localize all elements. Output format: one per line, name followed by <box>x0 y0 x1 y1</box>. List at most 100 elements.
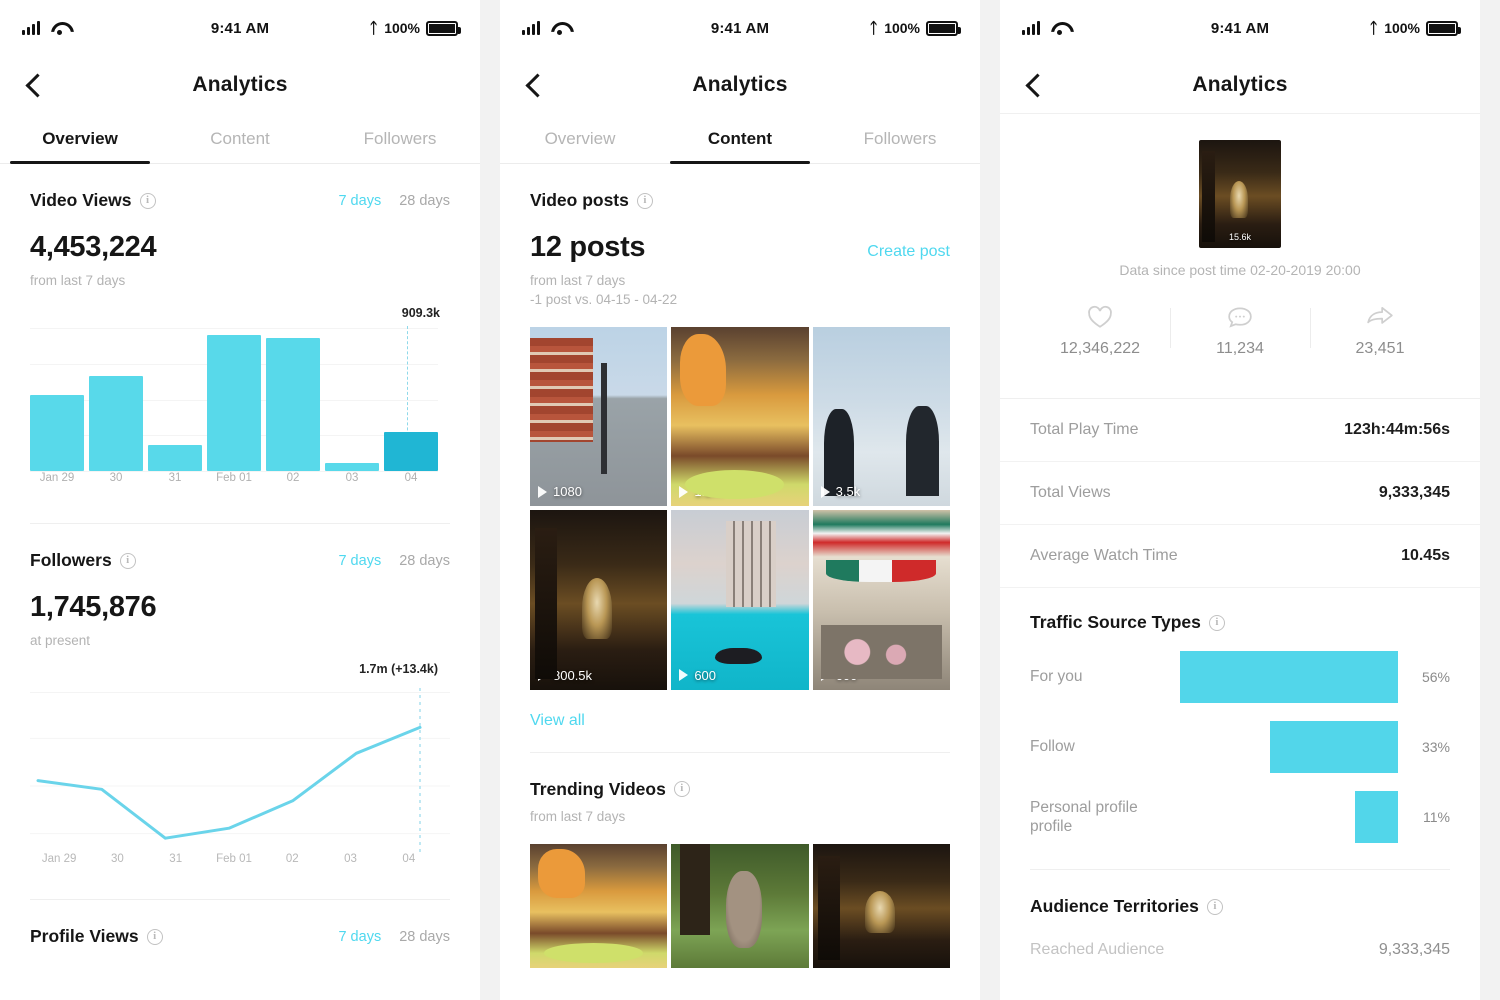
screenshot-stage: 9:41 AM ᛏ 100% Analytics Overview Conten… <box>0 0 1500 1000</box>
info-icon[interactable]: i <box>119 552 136 569</box>
bar <box>325 462 379 471</box>
video-thumbnail[interactable]: 600 <box>671 510 809 690</box>
line-x-label: Feb 01 <box>216 853 252 865</box>
range-28-days[interactable]: 28 days <box>399 553 450 569</box>
info-icon[interactable]: i <box>139 192 156 209</box>
video-posts-subtitle: from last 7 days <box>530 273 626 288</box>
nav-bar: Analytics <box>500 56 980 114</box>
range-28-days[interactable]: 28 days <box>399 193 450 209</box>
traffic-bar-track <box>1180 651 1398 703</box>
bar <box>207 334 261 471</box>
video-views-range-toggle: 7 days 28 days <box>338 193 450 209</box>
video-views-badge: 1.2m <box>679 484 723 499</box>
status-bar: 9:41 AM ᛏ 100% <box>500 0 980 56</box>
metric-row-average-watch-time: Average Watch Time 10.45s <box>1000 525 1480 588</box>
bar-x-label: 02 <box>286 472 300 484</box>
section-followers: Followers i 7 days 28 days 1,745,876 at … <box>0 524 480 877</box>
bar-column[interactable] <box>266 328 320 471</box>
video-views-title: Video Views <box>30 190 132 210</box>
video-thumbnail[interactable]: 3.5k <box>812 327 950 507</box>
trending-thumbnail[interactable] <box>671 843 809 968</box>
info-icon[interactable]: i <box>146 928 163 945</box>
traffic-percent-label: 11% <box>1423 809 1450 825</box>
info-icon[interactable]: i <box>673 781 690 798</box>
traffic-source-label: Follow <box>1030 738 1075 756</box>
view-all-link[interactable]: View all <box>530 712 950 730</box>
video-thumbnail[interactable]: 800.5k <box>530 510 668 690</box>
bar-column[interactable] <box>30 328 84 471</box>
range-28-days[interactable]: 28 days <box>399 929 450 945</box>
phone-content: 9:41 AM ᛏ 100% Analytics Overview Conten… <box>500 0 980 1000</box>
traffic-source-row: Personal profile profile 11% <box>1030 791 1450 843</box>
nav-bar: Analytics <box>0 56 480 114</box>
followers-title: Followers <box>30 550 112 570</box>
create-post-button[interactable]: Create post <box>867 243 950 261</box>
metric-value: 9,333,345 <box>1378 484 1450 501</box>
range-7-days[interactable]: 7 days <box>338 553 381 569</box>
bar-x-label: 03 <box>345 472 359 484</box>
traffic-percent-label: 33% <box>1421 739 1450 755</box>
section-trending-videos: Trending Videos i from last 7 days <box>500 753 980 968</box>
bar-column[interactable] <box>325 328 379 471</box>
range-7-days[interactable]: 7 days <box>338 193 381 209</box>
followers-subtitle: at present <box>30 633 91 648</box>
traffic-percent-label: 56% <box>1421 669 1450 685</box>
tab-followers[interactable]: Followers <box>820 114 980 163</box>
tab-followers[interactable]: Followers <box>320 114 480 163</box>
video-posts-header: Video posts i <box>530 190 950 211</box>
followers-header: Followers i 7 days 28 days <box>30 550 450 571</box>
info-icon[interactable]: i <box>636 192 653 209</box>
bar-x-label: 30 <box>109 472 123 484</box>
range-7-days[interactable]: 7 days <box>338 929 381 945</box>
tab-overview[interactable]: Overview <box>0 114 160 163</box>
page-title: Analytics <box>192 73 288 96</box>
metric-value: 10.45s <box>1401 547 1450 564</box>
tab-content[interactable]: Content <box>160 114 320 163</box>
hero-caption: Data since post time 02-20-2019 20:00 <box>1119 262 1361 278</box>
info-icon[interactable]: i <box>1206 898 1223 915</box>
bar-column[interactable] <box>89 328 143 471</box>
tab-overview[interactable]: Overview <box>500 114 660 163</box>
audience-title: Audience Territories <box>1030 896 1199 916</box>
status-time: 9:41 AM <box>710 19 770 37</box>
bar-column[interactable] <box>384 328 438 471</box>
profile-views-title: Profile Views <box>30 926 139 946</box>
tab-bar: Overview Content Followers <box>500 114 980 164</box>
play-icon <box>538 485 547 498</box>
traffic-bar <box>1180 651 1398 703</box>
video-hero-thumbnail[interactable]: 15.6k <box>1199 140 1281 248</box>
share-icon <box>1310 304 1450 330</box>
bar <box>384 431 438 471</box>
phone-overview: 9:41 AM ᛏ 100% Analytics Overview Conten… <box>0 0 480 1000</box>
reached-audience-value: 9,333,345 <box>1378 941 1450 958</box>
video-view-count: 800.5k <box>553 667 593 683</box>
video-thumbnail-grid: 1080 1.2m 3.5k 800.5k 600 600 <box>530 327 950 690</box>
tab-content[interactable]: Content <box>660 114 820 163</box>
trending-thumbnail[interactable] <box>530 843 668 968</box>
traffic-source-bar-chart: For you 56% Follow 33% Personal profile prof… <box>1030 651 1450 843</box>
video-thumbnail[interactable]: 1080 <box>530 327 668 507</box>
bar-x-label: Feb 01 <box>216 472 252 484</box>
phone-video-detail: 9:41 AM ᛏ 100% Analytics 15.6k Data sinc… <box>1000 0 1480 1000</box>
status-time: 9:41 AM <box>1210 19 1270 37</box>
video-views-badge: 600 <box>820 668 857 683</box>
section-traffic-source-types: Traffic Source Types i For you 56% Follow 3… <box>1000 588 1480 843</box>
trending-thumbnail[interactable] <box>812 843 950 968</box>
status-bar: 9:41 AM ᛏ 100% <box>0 0 480 56</box>
line-x-label: 03 <box>344 853 357 865</box>
video-posts-count: 12 posts <box>530 231 646 263</box>
section-audience-territories: Audience Territories i Reached Audience … <box>1000 870 1480 959</box>
section-video-posts: Video posts i 12 posts Create post from … <box>500 164 980 730</box>
video-thumbnail[interactable]: 600 <box>812 510 950 690</box>
video-views-bar-chart: 909.3k Jan 29 30 31 Feb 01 02 03 04 <box>30 306 450 501</box>
bar-column[interactable] <box>148 328 202 471</box>
line-x-label: 31 <box>169 853 183 865</box>
traffic-source-row: For you 56% <box>1030 651 1450 703</box>
page-title: Analytics <box>692 73 788 96</box>
info-icon[interactable]: i <box>1208 614 1225 631</box>
engagement-likes: 12,346,222 <box>1030 304 1170 358</box>
play-icon <box>820 485 830 498</box>
bar-column[interactable] <box>207 328 261 471</box>
video-thumbnail[interactable]: 1.2m <box>671 327 809 507</box>
engagement-shares: 23,451 <box>1310 304 1450 358</box>
